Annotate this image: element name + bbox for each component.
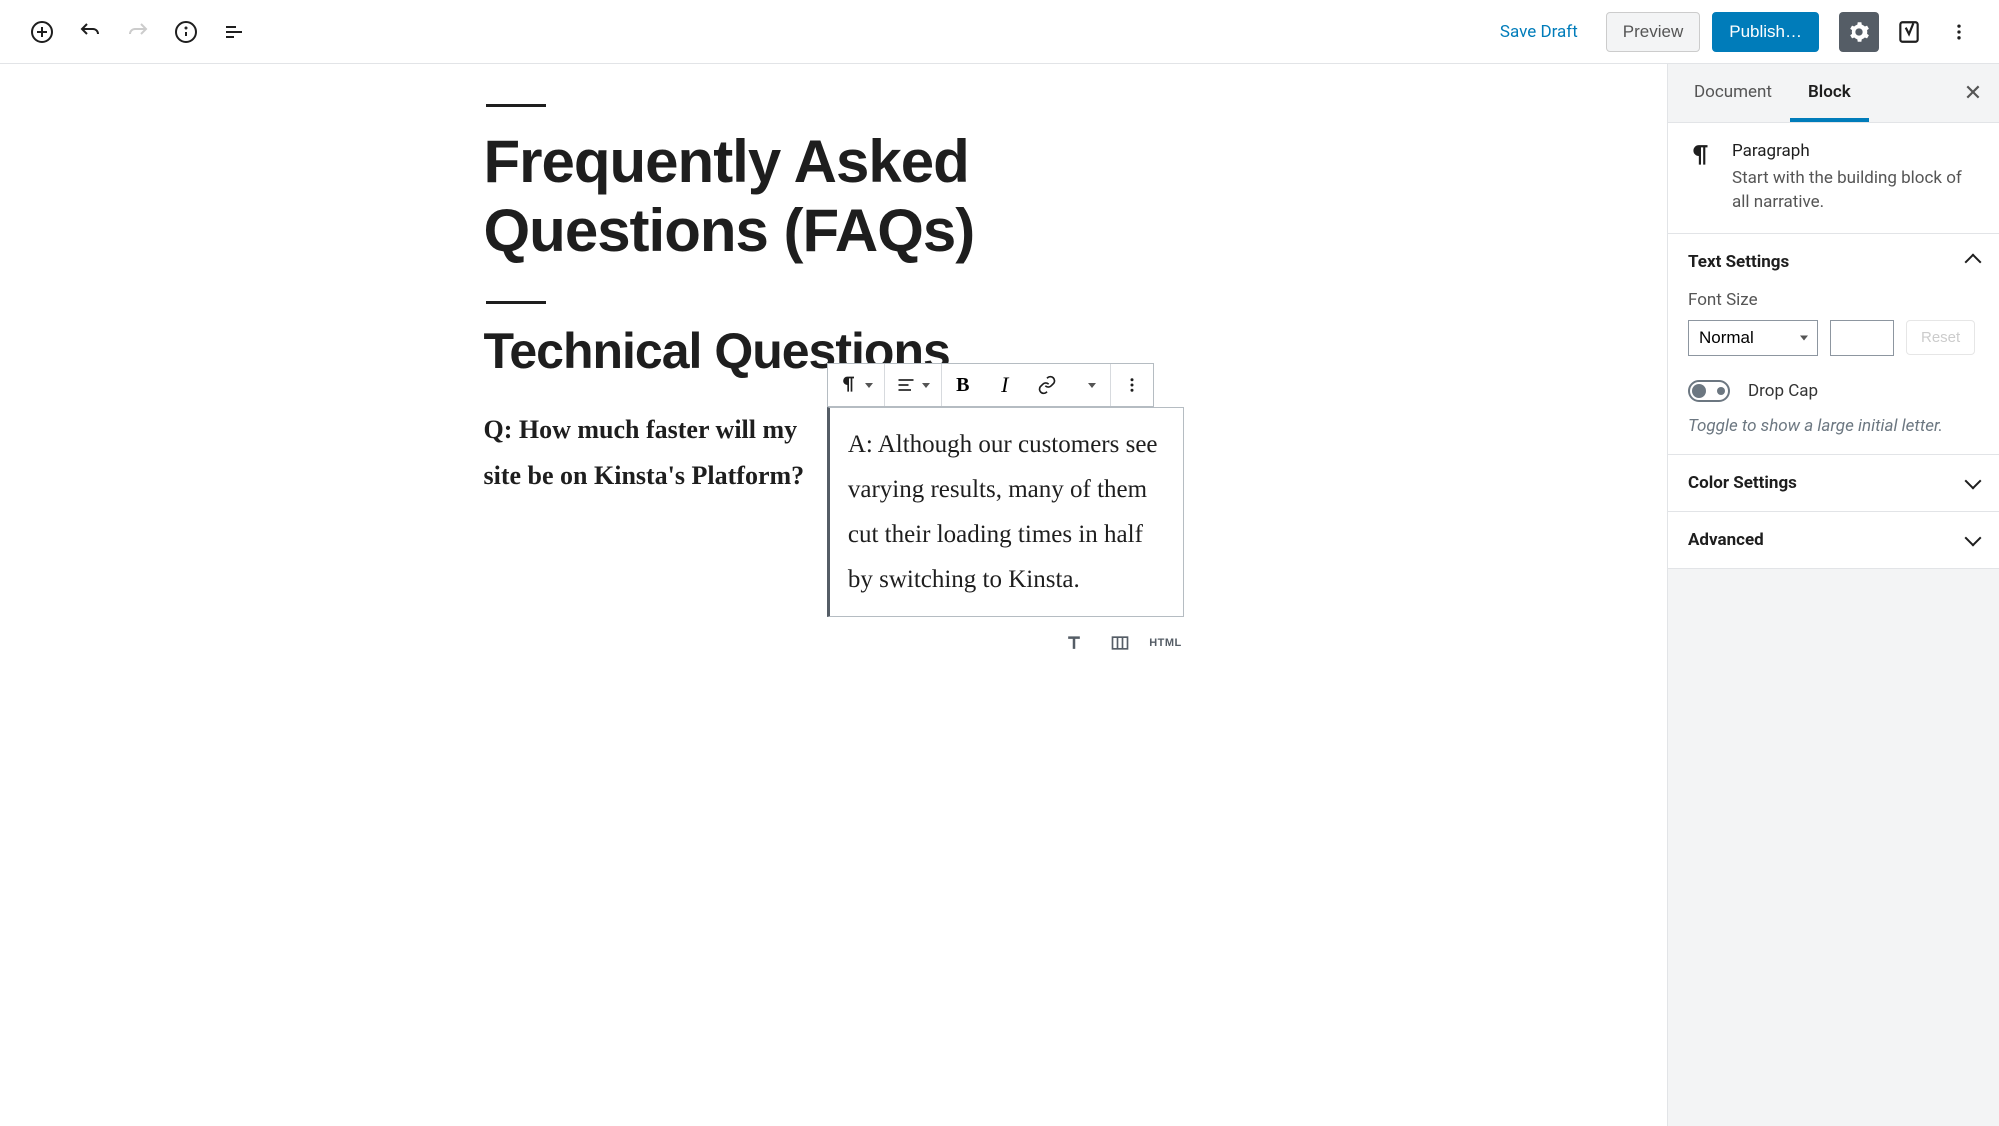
yoast-icon: [1896, 19, 1922, 45]
settings-button[interactable]: [1839, 12, 1879, 52]
tab-document[interactable]: Document: [1676, 64, 1790, 122]
block-inserter-row: HTML: [827, 631, 1184, 655]
color-settings-heading: Color Settings: [1688, 473, 1797, 493]
chevron-up-icon: [1965, 253, 1982, 270]
info-icon: [174, 20, 198, 44]
text-settings-panel: Text Settings Font Size Normal Reset: [1668, 234, 1999, 455]
tab-block[interactable]: Block: [1790, 64, 1869, 122]
block-more-options-button[interactable]: [1111, 364, 1153, 406]
sidebar-tabs: Document Block ✕: [1668, 64, 1999, 123]
drop-cap-label: Drop Cap: [1748, 381, 1818, 401]
undo-button[interactable]: [68, 10, 112, 54]
paragraph-icon: [1688, 143, 1716, 171]
redo-button[interactable]: [116, 10, 160, 54]
close-sidebar-button[interactable]: ✕: [1955, 75, 1991, 111]
color-settings-panel[interactable]: Color Settings: [1668, 455, 1999, 512]
block-info-title: Paragraph: [1732, 141, 1979, 161]
answer-column: B I: [827, 407, 1184, 655]
toolbar-right-group: Save Draft Preview Publish…: [1486, 12, 1979, 52]
editor-canvas[interactable]: Frequently Asked Questions (FAQs) Techni…: [0, 64, 1667, 1126]
advanced-panel[interactable]: Advanced: [1668, 512, 1999, 569]
align-left-icon: [896, 375, 916, 395]
publish-button[interactable]: Publish…: [1712, 12, 1819, 52]
advanced-heading: Advanced: [1688, 530, 1764, 550]
custom-font-size-input[interactable]: [1830, 320, 1894, 356]
undo-icon: [78, 20, 102, 44]
more-vertical-icon: [1123, 376, 1141, 394]
drop-cap-toggle[interactable]: [1688, 380, 1730, 402]
editor-top-toolbar: Save Draft Preview Publish…: [0, 0, 1999, 64]
chevron-down-icon: [1088, 383, 1096, 388]
italic-button[interactable]: I: [984, 364, 1026, 406]
insert-columns-button[interactable]: [1108, 631, 1132, 655]
redo-icon: [126, 20, 150, 44]
close-icon: ✕: [1964, 80, 1982, 106]
bold-button[interactable]: B: [942, 364, 984, 406]
gear-icon: [1848, 21, 1870, 43]
list-icon: [222, 20, 246, 44]
toggle-indicator: [1717, 387, 1725, 395]
link-button[interactable]: [1026, 364, 1068, 406]
chevron-down-icon: [1965, 529, 1982, 546]
main-layout: Frequently Asked Questions (FAQs) Techni…: [0, 64, 1999, 1126]
toolbar-left-group: [20, 10, 256, 54]
question-paragraph[interactable]: Q: How much faster will my site be on Ki…: [484, 407, 807, 498]
chevron-down-icon: [922, 383, 930, 388]
columns-block: Q: How much faster will my site be on Ki…: [484, 407, 1184, 655]
chevron-down-icon: [865, 383, 873, 388]
page-title[interactable]: Frequently Asked Questions (FAQs): [484, 127, 1184, 265]
block-info-section: Paragraph Start with the building block …: [1668, 123, 1999, 234]
columns-icon: [1110, 633, 1130, 653]
text-settings-heading: Text Settings: [1688, 252, 1789, 272]
text-icon: [1064, 633, 1084, 653]
link-icon: [1037, 375, 1057, 395]
paragraph-icon: [839, 375, 859, 395]
font-size-label: Font Size: [1688, 290, 1979, 310]
question-column[interactable]: Q: How much faster will my site be on Ki…: [484, 407, 827, 498]
insert-text-button[interactable]: [1062, 631, 1086, 655]
chevron-down-icon: [1965, 472, 1982, 489]
settings-sidebar: Document Block ✕ Paragraph Start with th…: [1667, 64, 1999, 1126]
editor-content: Frequently Asked Questions (FAQs) Techni…: [444, 104, 1224, 655]
drop-cap-hint: Toggle to show a large initial letter.: [1688, 416, 1979, 436]
more-vertical-icon: [1949, 22, 1969, 42]
reset-font-size-button[interactable]: Reset: [1906, 320, 1975, 355]
block-info-description: Start with the building block of all nar…: [1732, 167, 1979, 215]
add-block-button[interactable]: [20, 10, 64, 54]
block-toolbar: B I: [827, 363, 1154, 407]
block-navigation-button[interactable]: [212, 10, 256, 54]
preview-button[interactable]: Preview: [1606, 12, 1700, 52]
block-type-switcher[interactable]: [828, 364, 884, 406]
font-size-select[interactable]: Normal: [1688, 320, 1818, 356]
selected-paragraph-block[interactable]: A: Although our customers see varying re…: [827, 407, 1184, 617]
save-draft-link[interactable]: Save Draft: [1486, 22, 1592, 42]
text-settings-header[interactable]: Text Settings: [1688, 252, 1979, 272]
section-divider: [486, 301, 546, 304]
more-formatting-button[interactable]: [1068, 364, 1110, 406]
toggle-knob: [1692, 384, 1706, 398]
yoast-seo-button[interactable]: [1889, 12, 1929, 52]
title-divider: [486, 104, 546, 107]
more-options-button[interactable]: [1939, 12, 1979, 52]
insert-html-button[interactable]: HTML: [1154, 631, 1178, 655]
align-button[interactable]: [885, 364, 941, 406]
content-info-button[interactable]: [164, 10, 208, 54]
answer-paragraph[interactable]: A: Although our customers see varying re…: [848, 422, 1165, 602]
plus-circle-icon: [30, 20, 54, 44]
